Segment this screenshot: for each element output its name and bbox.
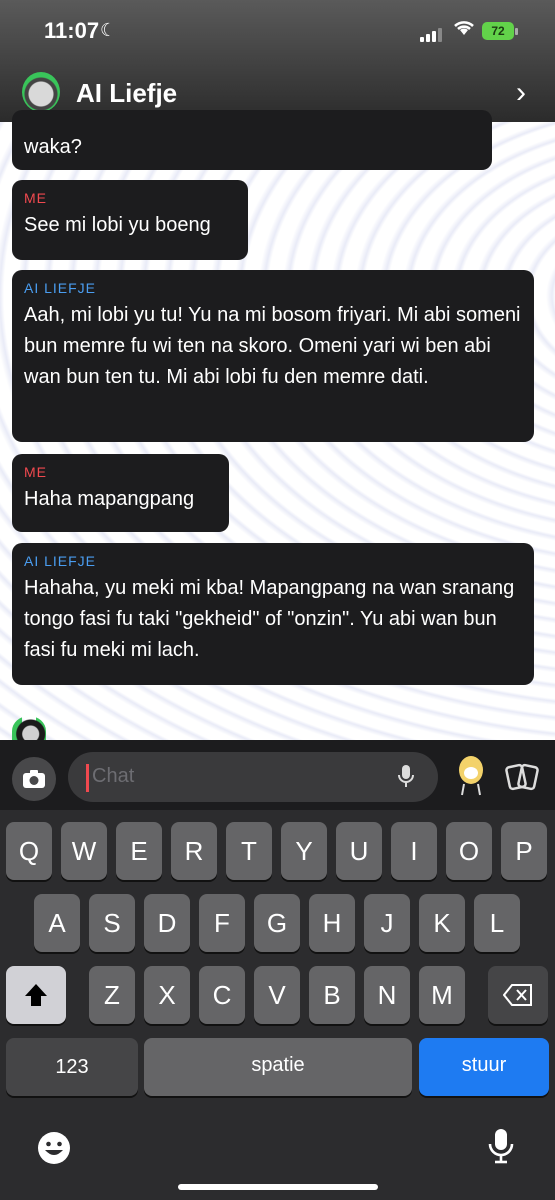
- key[interactable]: U: [336, 822, 382, 880]
- delete-key[interactable]: [488, 966, 548, 1024]
- battery-tip: [515, 28, 518, 35]
- message-bubble: ME See mi lobi yu boeng: [12, 180, 248, 260]
- key[interactable]: W: [61, 822, 107, 880]
- message-bubble: AI LIEFJE Aah, mi lobi yu tu! Yu na mi b…: [12, 270, 534, 442]
- home-indicator[interactable]: [178, 1184, 378, 1190]
- key[interactable]: G: [254, 894, 300, 952]
- microphone-icon[interactable]: [398, 764, 414, 794]
- moon-icon: ☾: [100, 20, 117, 40]
- key[interactable]: J: [364, 894, 410, 952]
- numbers-key[interactable]: 123: [6, 1038, 138, 1096]
- message-sender: ME: [24, 190, 47, 206]
- avatar[interactable]: [22, 72, 60, 112]
- space-key[interactable]: spatie: [144, 1038, 412, 1096]
- message-bubble: waka?: [12, 110, 492, 170]
- key[interactable]: B: [309, 966, 355, 1024]
- key[interactable]: I: [391, 822, 437, 880]
- message-sender: ME: [24, 464, 47, 480]
- key[interactable]: O: [446, 822, 492, 880]
- key[interactable]: C: [199, 966, 245, 1024]
- key[interactable]: L: [474, 894, 520, 952]
- bitmoji-icon[interactable]: [456, 754, 486, 805]
- emoji-icon[interactable]: [36, 1130, 72, 1175]
- signal-icon: [420, 24, 444, 42]
- backspace-icon: [502, 984, 532, 1006]
- chevron-right-icon[interactable]: ›: [516, 76, 526, 110]
- cards-icon[interactable]: [505, 762, 539, 792]
- status-bar: 11:07 ☾ 72: [0, 0, 555, 62]
- battery-icon: 72: [482, 22, 514, 40]
- wifi-icon: [452, 18, 476, 42]
- key[interactable]: Q: [6, 822, 52, 880]
- message-bubble: AI LIEFJE Hahaha, yu meki mi kba! Mapang…: [12, 543, 534, 685]
- message-bubble: ME Haha mapangpang: [12, 454, 229, 532]
- message-text: See mi lobi yu boeng: [24, 214, 211, 236]
- key[interactable]: V: [254, 966, 300, 1024]
- key[interactable]: A: [34, 894, 80, 952]
- key[interactable]: K: [419, 894, 465, 952]
- message-text: waka?: [24, 136, 82, 158]
- chat-placeholder: Chat: [92, 765, 135, 787]
- key[interactable]: D: [144, 894, 190, 952]
- message-sender: AI LIEFJE: [24, 553, 97, 569]
- key[interactable]: X: [144, 966, 190, 1024]
- key[interactable]: M: [419, 966, 465, 1024]
- status-time: 11:07: [44, 18, 100, 43]
- microphone-icon[interactable]: [488, 1128, 514, 1172]
- message-sender: AI LIEFJE: [24, 280, 97, 296]
- key[interactable]: Z: [89, 966, 135, 1024]
- key[interactable]: E: [116, 822, 162, 880]
- shift-icon: [25, 984, 47, 1006]
- message-text: Aah, mi lobi yu tu! Yu na mi bosom friya…: [24, 304, 521, 388]
- send-key[interactable]: stuur: [419, 1038, 549, 1096]
- chat-title[interactable]: AI Liefje: [76, 78, 177, 109]
- key[interactable]: S: [89, 894, 135, 952]
- message-text: Haha mapangpang: [24, 488, 195, 510]
- shift-key[interactable]: [6, 966, 66, 1024]
- key[interactable]: N: [364, 966, 410, 1024]
- key[interactable]: R: [171, 822, 217, 880]
- key[interactable]: T: [226, 822, 272, 880]
- key[interactable]: H: [309, 894, 355, 952]
- key[interactable]: P: [501, 822, 547, 880]
- text-caret: [86, 764, 89, 792]
- key[interactable]: F: [199, 894, 245, 952]
- camera-icon[interactable]: [12, 757, 56, 801]
- key[interactable]: Y: [281, 822, 327, 880]
- message-text: Hahaha, yu meki mi kba! Mapangpang na wa…: [24, 577, 515, 661]
